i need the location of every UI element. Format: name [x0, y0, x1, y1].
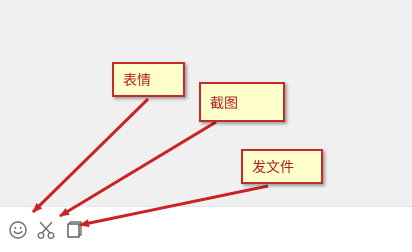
smiley-icon [9, 221, 27, 239]
emoji-callout: 表情 [112, 62, 185, 97]
screenshot-callout: 截图 [199, 82, 285, 122]
chat-input-toolbar [0, 206, 412, 252]
scissors-icon [37, 221, 55, 239]
send-file-button[interactable] [63, 219, 85, 241]
emoji-button[interactable] [7, 219, 29, 241]
screenshot-button[interactable] [35, 219, 57, 241]
file-icon [67, 221, 82, 238]
send-file-callout: 发文件 [241, 149, 323, 184]
